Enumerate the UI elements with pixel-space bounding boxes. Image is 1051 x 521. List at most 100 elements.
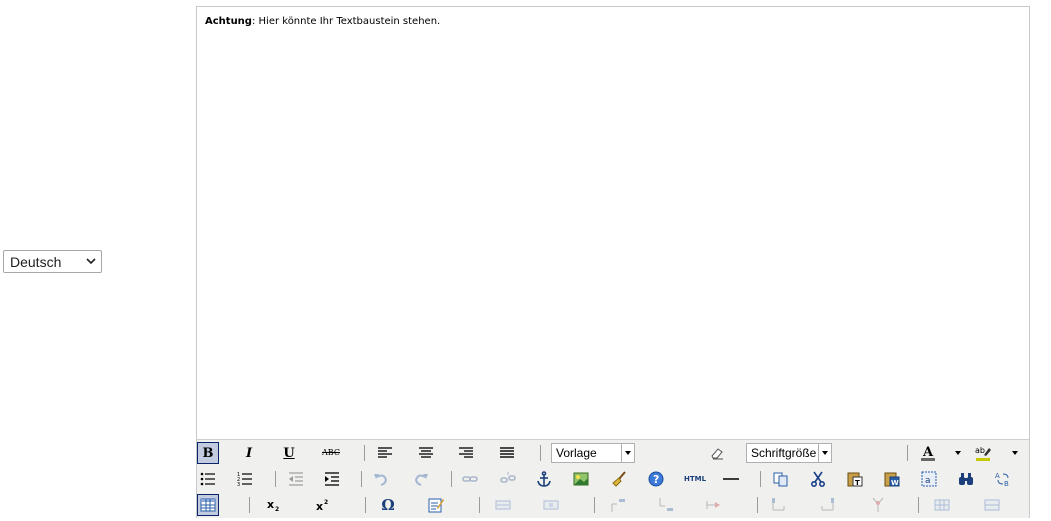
text-color-icon: A bbox=[921, 445, 935, 461]
insert-table-button[interactable] bbox=[197, 494, 219, 516]
html-source-label: HTML bbox=[683, 474, 707, 483]
separator bbox=[364, 445, 365, 461]
merge-cells-icon bbox=[984, 499, 1000, 511]
eraser-icon bbox=[711, 448, 723, 460]
separator bbox=[540, 445, 541, 461]
copy-icon bbox=[773, 472, 788, 487]
separator bbox=[757, 497, 758, 513]
split-cells-icon bbox=[934, 499, 950, 511]
align-center-icon bbox=[419, 447, 433, 458]
replace-button[interactable]: AB bbox=[992, 468, 1014, 490]
insert-row-before-button[interactable] bbox=[607, 494, 629, 516]
insert-column-before-button[interactable] bbox=[767, 494, 789, 516]
table-icon bbox=[200, 498, 216, 512]
cell-properties-button[interactable] bbox=[540, 494, 562, 516]
separator bbox=[275, 471, 276, 487]
merge-cells-button[interactable] bbox=[981, 494, 1003, 516]
bold-label: B bbox=[202, 445, 214, 461]
align-center-button[interactable] bbox=[415, 442, 437, 464]
insert-link-button[interactable] bbox=[459, 468, 481, 490]
broom-icon bbox=[612, 471, 626, 487]
italic-button[interactable]: I bbox=[238, 442, 260, 464]
remove-format-button[interactable] bbox=[706, 442, 728, 464]
align-right-button[interactable] bbox=[455, 442, 477, 464]
svg-text:2: 2 bbox=[324, 499, 328, 506]
numbered-list-icon: 123 bbox=[237, 472, 252, 488]
cut-button[interactable] bbox=[807, 468, 829, 490]
svg-text:B: B bbox=[1004, 480, 1009, 488]
strikethrough-button[interactable]: ABC bbox=[320, 442, 342, 464]
edit-attributes-button[interactable] bbox=[425, 494, 447, 516]
fontsize-dropdown[interactable]: Schriftgröße bbox=[746, 443, 832, 463]
align-right-icon bbox=[459, 447, 473, 458]
insert-column-before-icon bbox=[772, 498, 785, 511]
insert-image-button[interactable] bbox=[570, 468, 592, 490]
insert-row-before-icon bbox=[611, 499, 625, 512]
separator bbox=[249, 497, 250, 513]
special-character-button[interactable]: Ω bbox=[377, 494, 399, 516]
svg-text:?: ? bbox=[653, 473, 659, 486]
underline-button[interactable]: U bbox=[278, 442, 300, 464]
bold-button[interactable]: B bbox=[197, 442, 219, 464]
svg-text:2: 2 bbox=[275, 506, 279, 513]
cell-properties-icon bbox=[543, 500, 559, 510]
indent-icon bbox=[325, 472, 339, 486]
insert-row-after-button[interactable] bbox=[655, 494, 677, 516]
horizontal-rule-icon bbox=[723, 478, 739, 480]
row-properties-button[interactable] bbox=[492, 494, 514, 516]
svg-text:x: x bbox=[316, 500, 323, 513]
text-color-arrow-button[interactable] bbox=[952, 443, 964, 463]
highlight-color-arrow-button[interactable] bbox=[1009, 443, 1021, 463]
svg-text:ab: ab bbox=[975, 446, 985, 455]
bullet-list-button[interactable] bbox=[197, 468, 219, 490]
select-all-button[interactable]: a bbox=[918, 468, 940, 490]
dropdown-arrow-icon bbox=[621, 444, 634, 462]
rich-text-editor: Achtung: Hier könnte Ihr Textbaustein st… bbox=[196, 6, 1030, 518]
separator bbox=[479, 497, 480, 513]
split-cells-button[interactable] bbox=[931, 494, 953, 516]
strikethrough-label: ABC bbox=[322, 448, 340, 457]
editor-content-area[interactable]: Achtung: Hier könnte Ihr Textbaustein st… bbox=[197, 7, 1029, 439]
indent-button[interactable] bbox=[321, 468, 343, 490]
underline-label: U bbox=[283, 445, 295, 461]
align-justify-button[interactable] bbox=[496, 442, 518, 464]
find-button[interactable] bbox=[955, 468, 977, 490]
text-color-button[interactable]: A bbox=[917, 442, 939, 464]
numbered-list-button[interactable]: 123 bbox=[234, 468, 256, 490]
fontsize-dropdown-value: Schriftgröße bbox=[751, 446, 817, 460]
anchor-button[interactable] bbox=[533, 468, 555, 490]
svg-text:W: W bbox=[891, 479, 899, 487]
image-icon bbox=[573, 472, 589, 486]
language-select[interactable]: Deutsch bbox=[3, 250, 102, 273]
insert-row-after-icon bbox=[659, 498, 673, 511]
undo-button[interactable] bbox=[370, 468, 392, 490]
copy-button[interactable] bbox=[770, 468, 792, 490]
unlink-button[interactable] bbox=[497, 468, 519, 490]
redo-icon bbox=[414, 474, 428, 486]
anchor-icon bbox=[537, 471, 551, 487]
superscript-button[interactable]: x2 bbox=[311, 494, 333, 516]
separator bbox=[907, 445, 908, 461]
superscript-icon: x2 bbox=[316, 499, 328, 513]
style-dropdown[interactable]: Vorlage bbox=[551, 443, 635, 463]
delete-column-button[interactable] bbox=[867, 494, 889, 516]
cleanup-button[interactable] bbox=[608, 468, 630, 490]
html-source-button[interactable]: HTML bbox=[682, 468, 708, 490]
subscript-button[interactable]: x2 bbox=[262, 494, 284, 516]
redo-button[interactable] bbox=[410, 468, 432, 490]
outdent-button[interactable] bbox=[285, 468, 307, 490]
unlink-icon bbox=[500, 472, 516, 483]
paste-word-icon: W bbox=[884, 472, 900, 487]
help-icon: ? bbox=[648, 471, 664, 487]
delete-row-button[interactable] bbox=[703, 494, 725, 516]
dropdown-arrow-icon bbox=[818, 444, 831, 462]
align-left-button[interactable] bbox=[374, 442, 396, 464]
special-character-label: Ω bbox=[381, 495, 395, 514]
insert-column-after-button[interactable] bbox=[817, 494, 839, 516]
paste-word-button[interactable]: W bbox=[881, 468, 903, 490]
highlight-color-button[interactable]: ab bbox=[972, 442, 994, 464]
paste-text-button[interactable]: T bbox=[844, 468, 866, 490]
bullet-list-icon bbox=[200, 472, 215, 486]
help-button[interactable]: ? bbox=[645, 468, 667, 490]
horizontal-rule-button[interactable] bbox=[720, 468, 742, 490]
